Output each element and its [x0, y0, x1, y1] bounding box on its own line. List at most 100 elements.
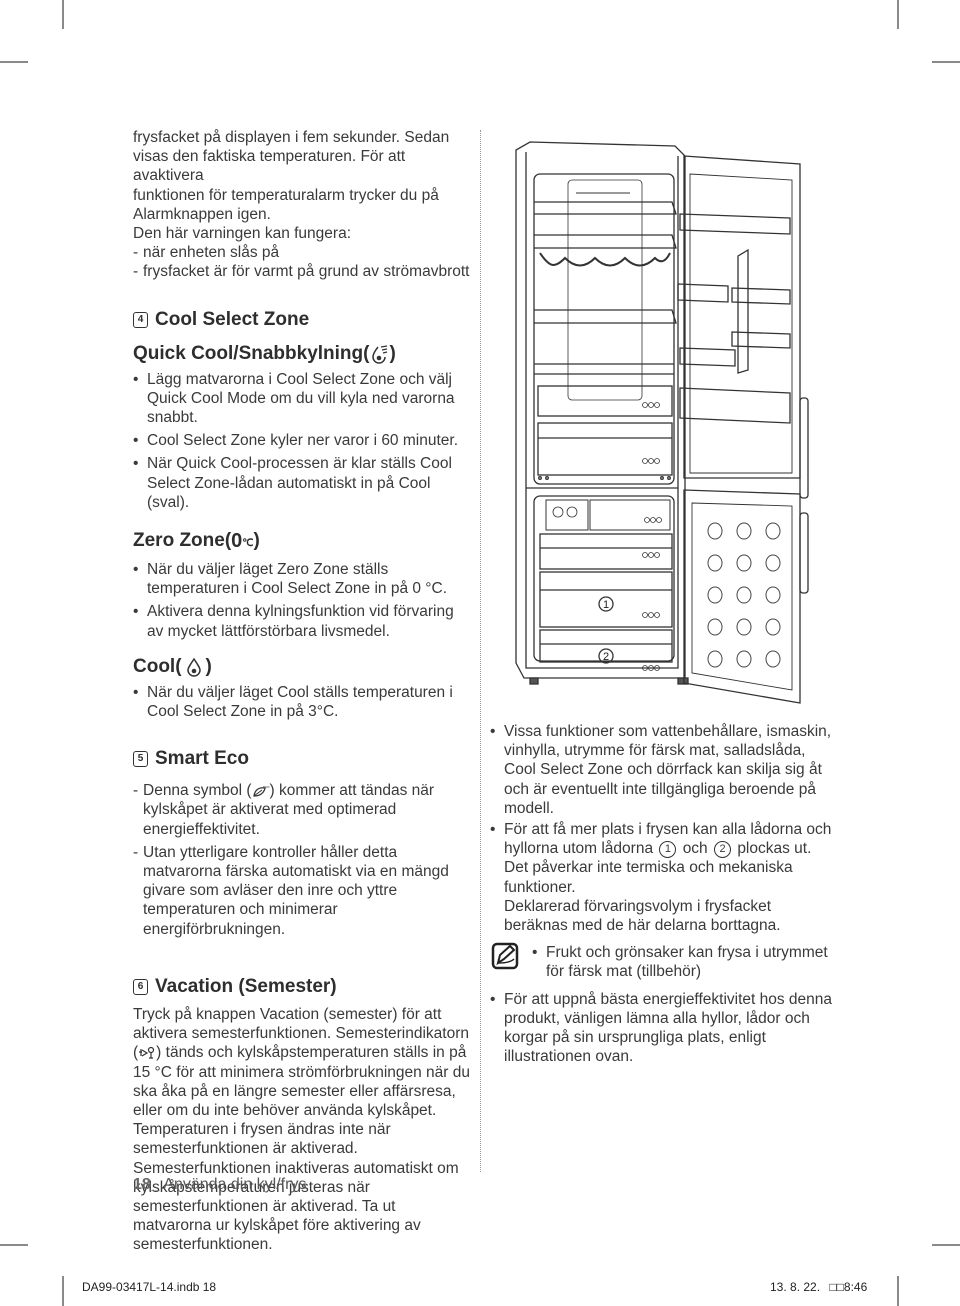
list-item: - frysfacket är för varmt på grund av str… — [133, 263, 470, 281]
crop-mark-bottom-right-vertical — [897, 1276, 899, 1306]
crop-mark-bottom-left-horizontal — [0, 1244, 28, 1246]
crisper-drawer — [537, 385, 673, 417]
drawer-label-2-text: 2 — [603, 651, 609, 663]
column-divider — [480, 130, 481, 1172]
subheading-zero-zone: Zero Zone( 0 ℃ ) — [133, 526, 473, 556]
intro-line: frysfacket på displayen i fem sekunder. … — [133, 129, 450, 146]
list-item-text: när enheten slås på — [143, 244, 280, 262]
warning-list: - när enheten slås på - frysfacket är för … — [133, 243, 473, 281]
list-item-text: frysfacket är för varmt på grund av strö… — [143, 263, 470, 281]
eco-leaf-icon: eco — [252, 784, 270, 797]
drawer-1-marker: 1 — [659, 840, 677, 858]
vacation-paragraph: Tryck på knappen Vacation (semester) för… — [133, 1005, 473, 1255]
freezer-door-bin — [765, 650, 781, 668]
freezer-door-bin — [736, 618, 752, 636]
paragraph-text: ) tänds och kylskåpstemperaturen ställs … — [133, 1044, 471, 1254]
list-item: Lägg matvarorna i Cool Select Zone och v… — [133, 370, 473, 428]
section-number-badge: 4 — [133, 311, 148, 328]
list-item: Aktivera denna kylningsfunktion vid förv… — [133, 602, 473, 640]
freezer-compartment — [533, 495, 675, 662]
quick-cool-icon — [372, 345, 388, 364]
freezer-door-bin — [765, 554, 781, 572]
subheading-quick-cool: Quick Cool/Snabbkylning( ) — [133, 342, 473, 366]
right-column: Vissa funktioner som vattenbehållare, is… — [490, 722, 835, 1066]
door-bin — [679, 347, 736, 367]
smart-eco-list: - Denna symbol (eco) kommer att tändas nä… — [133, 781, 473, 939]
print-slug-date: 13. 8. 22. □□8:46 — [770, 1280, 867, 1294]
list-item: När du väljer läget Zero Zone ställs tem… — [133, 560, 473, 598]
crop-mark-bottom-left-vertical — [62, 1276, 64, 1306]
cool-drop-icon — [186, 657, 201, 677]
fridge-shelf — [534, 309, 677, 324]
section-title: Smart Eco — [155, 748, 249, 770]
vacation-icon — [139, 1047, 155, 1059]
subheading-text: Zero Zone( — [133, 530, 232, 552]
section-number-badge: 6 — [133, 978, 148, 995]
subheading-text: ) — [205, 655, 212, 677]
note-pencil-icon — [491, 942, 519, 970]
door-bin — [679, 387, 791, 424]
cool-select-drawer — [537, 422, 673, 476]
zero-degree-icon: 0 — [231, 530, 243, 553]
wine-rack — [539, 252, 671, 267]
quick-cool-bullets: Lägg matvarorna i Cool Select Zone och v… — [133, 370, 473, 512]
section-title: Vacation (Semester) — [155, 975, 337, 997]
freezer-door-bin — [765, 522, 781, 540]
print-slug-file: DA99-03417L-14.indb 18 — [82, 1280, 217, 1294]
egg-holder-rail — [737, 248, 749, 374]
subheading-text: Cool( — [133, 655, 182, 677]
drawer-label-1-text: 1 — [603, 599, 609, 611]
freezer-door-bin — [707, 586, 723, 604]
door-bin — [731, 331, 791, 349]
subheading-cool: Cool( ) — [133, 655, 473, 679]
right-bullets-2: För att uppnå bästa energieffektivitet h… — [490, 990, 835, 1067]
page-footer: 18_ Använda din kyl/frys — [133, 1176, 306, 1194]
crop-mark-bottom-right-horizontal — [932, 1244, 960, 1246]
list-item-text: Deklarerad förvaringsvolym i frysfacket … — [504, 897, 781, 935]
intro-paragraph: frysfacket på displayen i fem sekunder. … — [133, 128, 473, 243]
ice-tray — [545, 499, 589, 531]
freezer-door-bin — [765, 586, 781, 604]
list-item: För att uppnå bästa energieffektivitet h… — [490, 990, 835, 1067]
door-bin — [731, 287, 791, 305]
list-item: Vissa funktioner som vattenbehållare, is… — [490, 722, 835, 818]
section-heading-smart-eco: 5 Smart Eco — [133, 747, 473, 771]
freezer-door — [683, 489, 801, 704]
section-heading-cool-select-zone: 4 Cool Select Zone — [133, 308, 473, 332]
list-item: Frukt och grönsaker kan frysa i utrymmet… — [532, 943, 835, 981]
subheading-text: ) — [389, 342, 396, 364]
celsius-icon: ℃ — [242, 538, 254, 550]
cool-bullets: När du väljer läget Cool ställs temperat… — [133, 683, 473, 721]
section-heading-vacation: 6 Vacation (Semester) — [133, 975, 473, 999]
list-item-text: och — [682, 840, 708, 858]
left-column: frysfacket på displayen i fem sekunder. … — [133, 128, 473, 1255]
freezer-door-bin — [765, 618, 781, 636]
crop-mark-top-right-horizontal — [932, 61, 960, 63]
list-item-text: Denna symbol ( — [143, 782, 252, 800]
list-item: - när enheten slås på — [133, 244, 280, 262]
zero-zone-bullets: När du väljer läget Zero Zone ställs tem… — [133, 560, 473, 641]
subheading-text: Quick Cool/Snabbkylning( — [133, 342, 370, 364]
fridge-door — [683, 155, 801, 479]
intro-line: visas den faktiska temperaturen. För att… — [133, 148, 406, 185]
freezer-door-bin — [736, 650, 752, 668]
freezer-door-bin — [707, 554, 723, 572]
fridge-illustration: 1 2 — [515, 141, 809, 704]
section-number-badge: 5 — [133, 751, 148, 768]
freezer-door-bin — [736, 554, 752, 572]
slug-time: 8:46 — [843, 1280, 868, 1294]
page-number: 18_ — [133, 1176, 160, 1193]
intro-line: Alarmknappen igen. — [133, 205, 271, 223]
slug-glyph: □□ — [829, 1280, 844, 1294]
freezer-door-bin — [736, 586, 752, 604]
fridge-shelf — [534, 234, 677, 249]
slug-date: 13. 8. 22. — [770, 1280, 821, 1294]
fridge-shelf — [534, 201, 677, 215]
crop-mark-top-left-horizontal — [0, 61, 28, 63]
freezer-door-bin — [707, 522, 723, 540]
freezer-door-bin — [707, 618, 723, 636]
door-bin — [679, 213, 791, 235]
list-item: För att få mer plats i frysen kan alla l… — [490, 820, 835, 935]
list-item-text: Utan ytterligare kontroller håller detta… — [143, 843, 449, 938]
freezer-door-bin — [736, 522, 752, 540]
